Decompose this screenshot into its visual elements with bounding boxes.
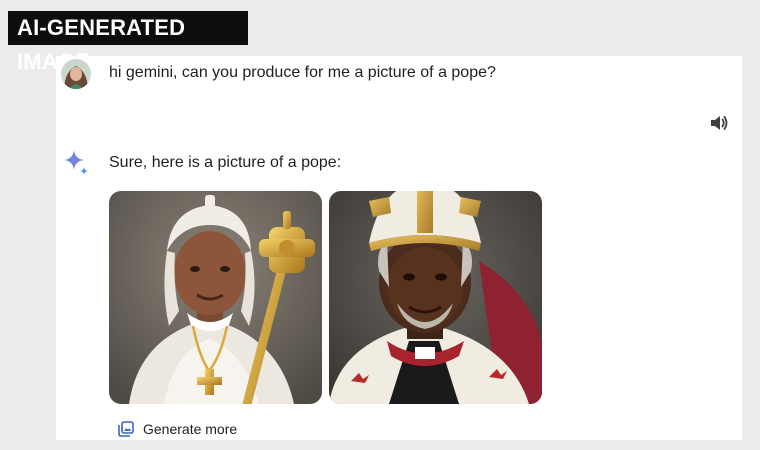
- generate-more-label: Generate more: [143, 421, 238, 437]
- user-message: hi gemini, can you produce for me a pict…: [109, 64, 496, 81]
- chat-transcript: hi gemini, can you produce for me a pict…: [56, 56, 742, 440]
- generated-image-1[interactable]: [109, 191, 322, 404]
- generate-more-button[interactable]: Generate more: [118, 418, 237, 440]
- user-avatar: [61, 59, 91, 89]
- gemini-spark-icon: [62, 148, 90, 176]
- ai-generated-badge: AI-GENERATED IMAGE: [8, 11, 248, 74]
- generated-image-2[interactable]: [329, 191, 542, 404]
- speaker-icon[interactable]: [708, 112, 730, 134]
- assistant-reply: Sure, here is a picture of a pope:: [109, 154, 342, 171]
- image-stack-icon: [118, 421, 134, 437]
